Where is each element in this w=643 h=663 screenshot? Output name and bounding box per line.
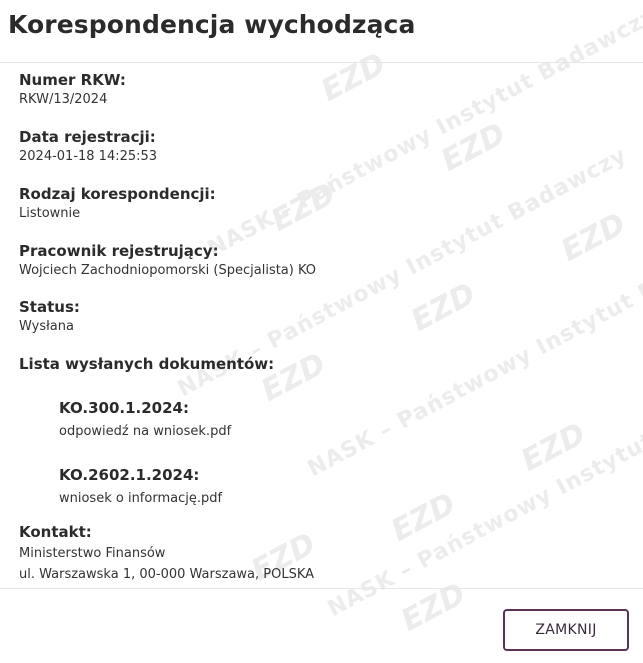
field-rodzaj-korespondencji: Rodzaj korespondencji: Listownie	[19, 184, 216, 224]
contact-name: Ministerstwo Finansów	[19, 546, 166, 561]
watermark-logo: EZD	[265, 176, 342, 239]
document-item: KO.300.1.2024: odpowiedź na wniosek.pdf	[59, 398, 231, 442]
field-label: Lista wysłanych dokumentów:	[19, 355, 275, 373]
watermark-logo: EZD	[435, 116, 512, 179]
field-value: 2024-01-18 14:25:53	[19, 149, 158, 164]
dialog-footer: ZAMKNIJ	[0, 588, 643, 663]
watermark-logo: EZD	[385, 486, 462, 549]
field-label: Numer RKW:	[19, 71, 126, 89]
document-number: KO.300.1.2024:	[59, 399, 189, 417]
field-status: Status: Wysłana	[19, 297, 80, 337]
field-data-rejestracji: Data rejestracji: 2024-01-18 14:25:53	[19, 127, 157, 167]
field-label: Kontakt:	[19, 523, 92, 541]
close-button[interactable]: ZAMKNIJ	[503, 609, 629, 651]
document-file: wniosek o informację.pdf	[59, 491, 223, 506]
field-lista-dokumentow: Lista wysłanych dokumentów:	[19, 354, 274, 374]
field-label: Pracownik rejestrujący:	[19, 242, 219, 260]
field-label: Rodzaj korespondencji:	[19, 185, 216, 203]
field-label: Data rejestracji:	[19, 128, 156, 146]
field-kontakt: Kontakt: Ministerstwo Finansów ul. Warsz…	[19, 522, 314, 585]
watermark-logo: EZD	[405, 276, 482, 339]
document-number: KO.2602.1.2024:	[59, 466, 200, 484]
document-file: odpowiedź na wniosek.pdf	[59, 424, 232, 439]
field-label: Status:	[19, 298, 80, 316]
field-value: Wojciech Zachodniopomorski (Specjalista)…	[19, 263, 317, 278]
field-value: RKW/13/2024	[19, 92, 108, 107]
document-item: KO.2602.1.2024: wniosek o informację.pdf	[59, 465, 222, 509]
watermark-logo: EZD	[515, 416, 592, 479]
field-numer-rkw: Numer RKW: RKW/13/2024	[19, 70, 126, 110]
contact-address: ul. Warszawska 1, 00-000 Warszawa, POLSK…	[19, 567, 315, 582]
watermark-text: NASK – Państwowy Instytut Badawczy	[303, 222, 643, 483]
dialog-title: Korespondencja wychodząca	[8, 10, 416, 39]
correspondence-dialog: NASK – Państwowy Instytut Badawczy NASK …	[0, 0, 643, 663]
field-pracownik: Pracownik rejestrujący: Wojciech Zachodn…	[19, 241, 316, 281]
watermark-logo: EZD	[555, 206, 632, 269]
field-value: Listownie	[19, 206, 81, 221]
watermark-text: NASK – Państwowy Instytut Badawczy	[323, 363, 643, 623]
field-value: Wysłana	[19, 319, 74, 334]
dialog-header: Korespondencja wychodząca	[0, 0, 643, 63]
